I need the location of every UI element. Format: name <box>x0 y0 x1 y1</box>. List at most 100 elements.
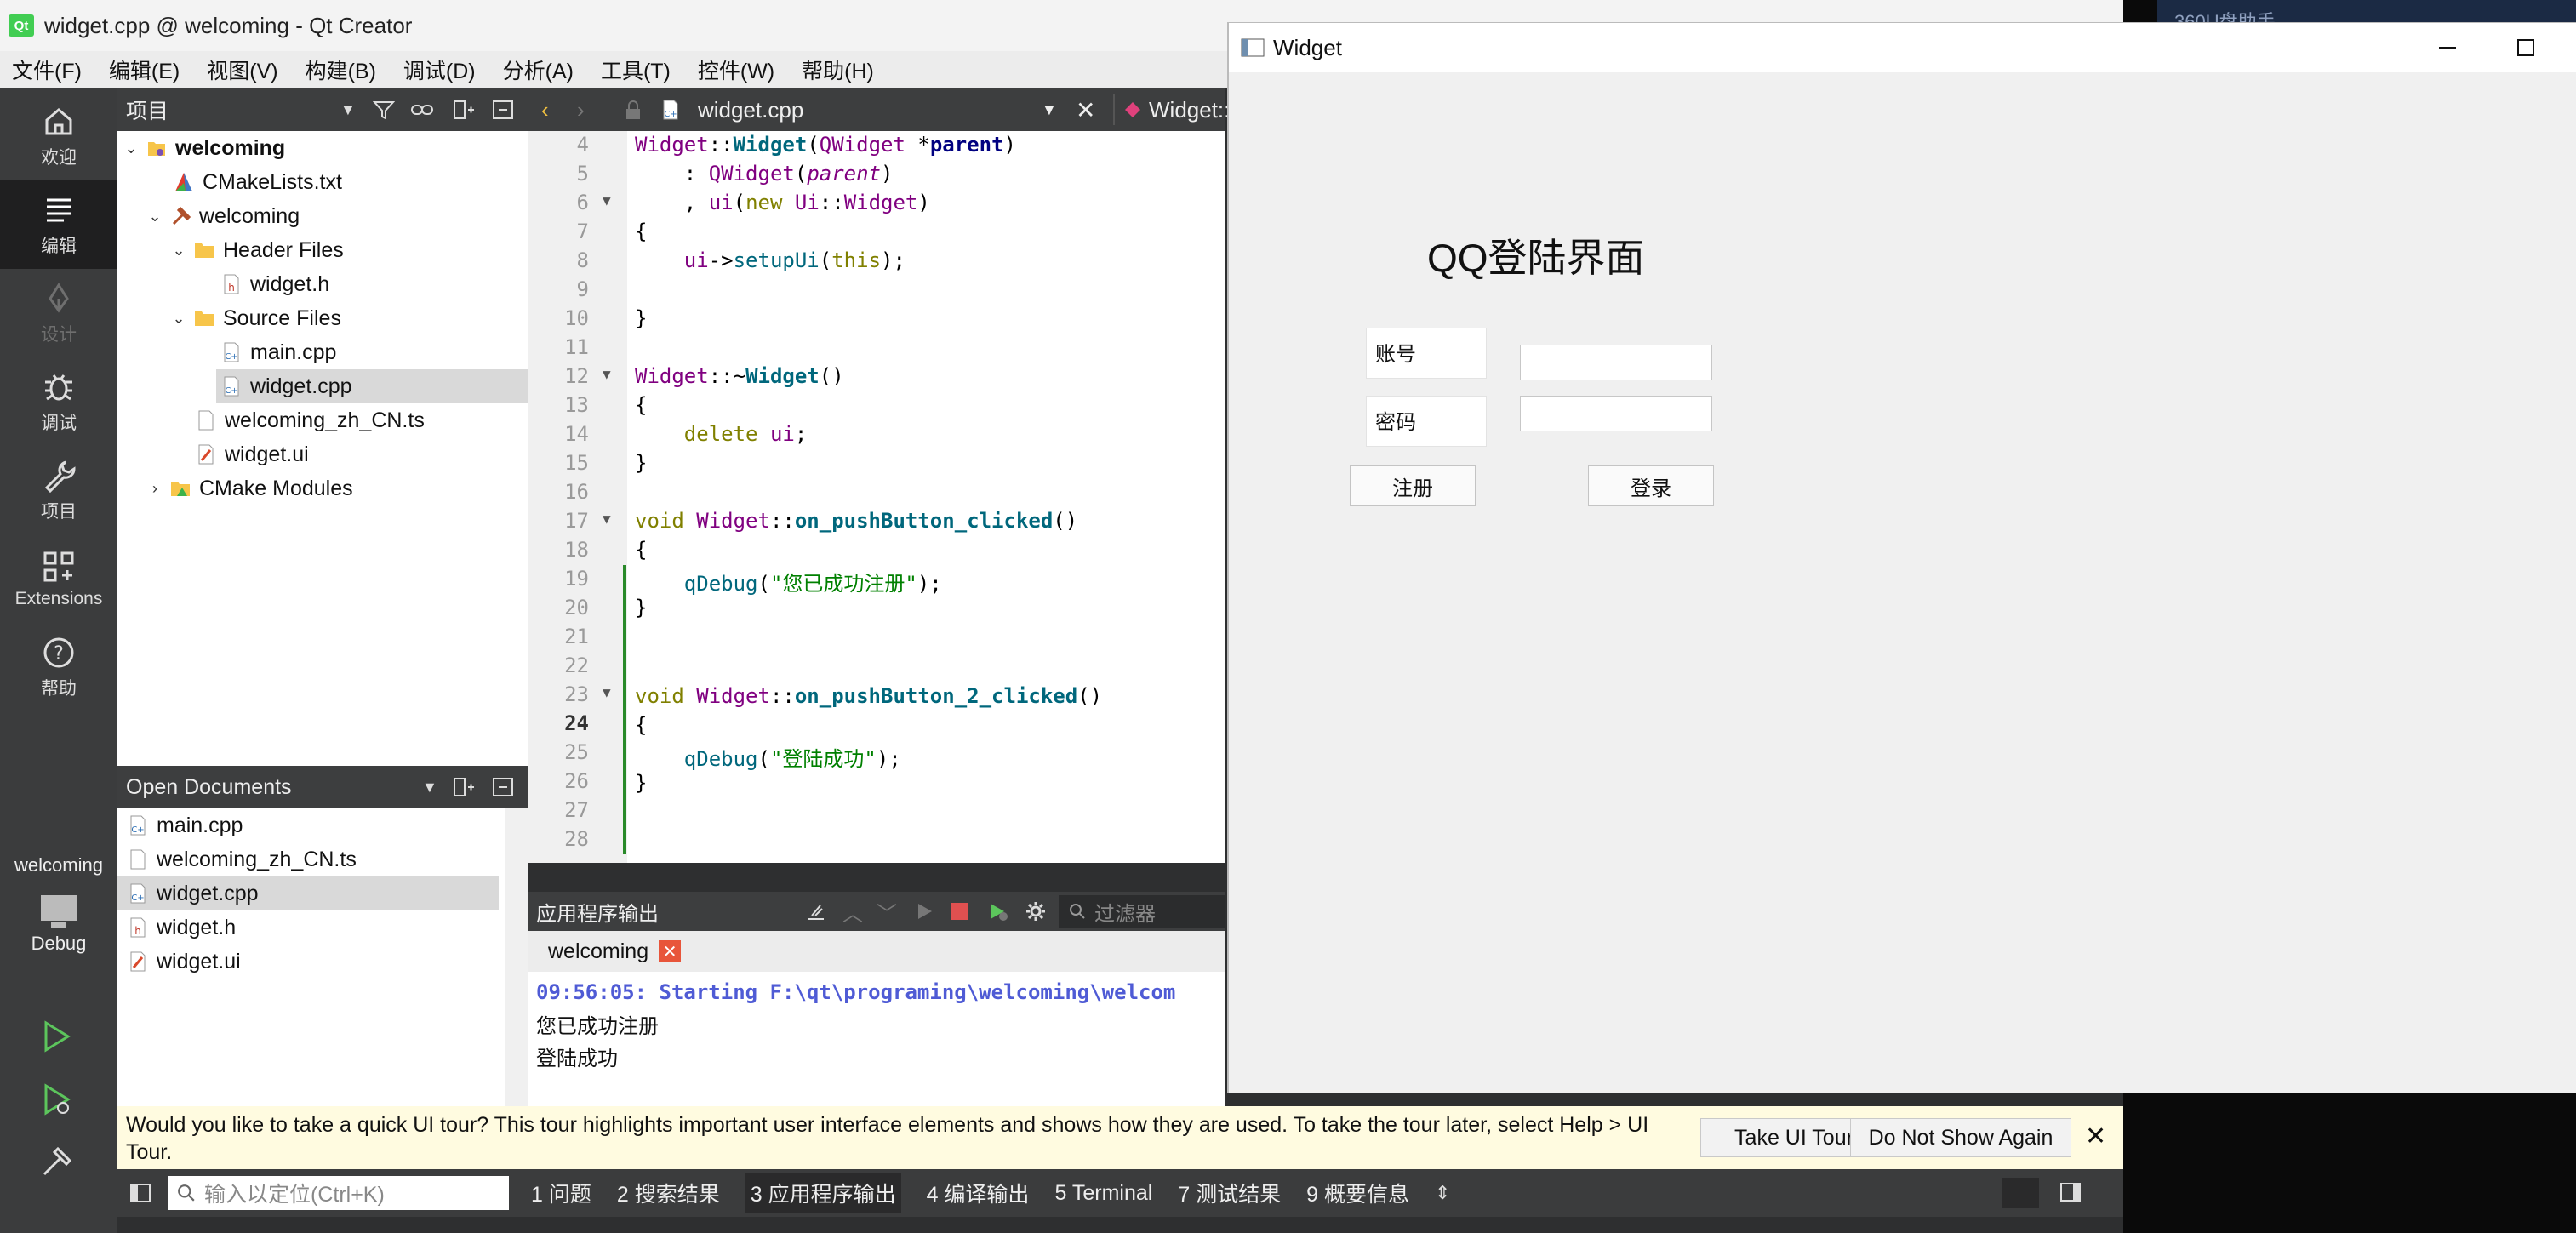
attach-debugger-icon[interactable] <box>987 900 1009 922</box>
menu-build[interactable]: 构建(B) <box>306 54 376 85</box>
hammer-icon <box>172 206 191 225</box>
pane-general-messages[interactable]: 9 概要信息 <box>1306 1178 1409 1208</box>
do-not-show-again-button[interactable]: Do Not Show Again <box>1850 1118 2071 1157</box>
pane-issues[interactable]: 1 问题 <box>531 1178 591 1208</box>
code-editor[interactable]: 4 5 6 7 8 9 10 11 12 13 14 15 16 17 18 1… <box>528 131 1225 863</box>
progress-details-button[interactable] <box>2002 1178 2039 1208</box>
stop-icon[interactable] <box>950 901 970 922</box>
chevron-down-icon[interactable]: ▼ <box>422 779 437 796</box>
fold-marker-icon[interactable]: ▼ <box>603 684 611 700</box>
menu-analyze[interactable]: 分析(A) <box>503 54 574 85</box>
tree-item-widget-h[interactable]: h widget.h <box>221 267 329 301</box>
pane-compile-output[interactable]: 4 编译输出 <box>927 1178 1030 1208</box>
toggle-right-sidebar-icon[interactable] <box>2059 1181 2082 1203</box>
chevron-right-icon[interactable]: › <box>146 480 163 498</box>
locator-input[interactable]: 输入以定位(Ctrl+K) <box>168 1176 509 1210</box>
fold-marker-icon[interactable]: ▼ <box>603 366 611 382</box>
chevron-down-icon[interactable]: ⌄ <box>170 242 187 260</box>
toggle-sidebar-icon[interactable] <box>129 1182 151 1204</box>
open-doc-ts[interactable]: welcoming_zh_CN.ts <box>117 842 499 876</box>
scrollbar[interactable] <box>505 808 528 1106</box>
file-select-chevron-down-icon[interactable]: ▼ <box>1042 101 1057 119</box>
svg-text:h: h <box>134 925 141 937</box>
menu-tools[interactable]: 工具(T) <box>601 54 671 85</box>
file-icon <box>198 410 214 431</box>
mode-help[interactable]: ? 帮助 <box>0 623 117 711</box>
chevron-down-icon[interactable]: ﹀ <box>877 897 897 927</box>
editor-file-tab[interactable]: widget.cpp <box>698 97 803 123</box>
maximize-button[interactable] <box>2500 30 2551 66</box>
build-button[interactable] <box>37 1144 75 1185</box>
view-select-chevron-down-icon[interactable]: ▼ <box>340 101 356 119</box>
code-line: delete ui; <box>683 422 808 446</box>
back-arrow-icon[interactable]: ‹ <box>541 97 549 123</box>
mode-design[interactable]: 设计 <box>0 269 117 357</box>
split-icon[interactable] <box>453 776 475 798</box>
pane-terminal[interactable]: 5 Terminal <box>1054 1181 1152 1206</box>
tree-item-header-files[interactable]: ⌄ Header Files <box>170 233 343 267</box>
pane-app-output[interactable]: 3 应用程序输出 <box>745 1173 901 1213</box>
widget-title-bar: Widget <box>1229 23 2576 72</box>
tree-item-widget-ui[interactable]: widget.ui <box>196 437 309 471</box>
close-infobar-icon[interactable]: ✕ <box>2085 1122 2106 1151</box>
close-tab-icon[interactable]: ✕ <box>659 940 682 962</box>
mode-projects[interactable]: 项目 <box>0 446 117 534</box>
minimize-button[interactable] <box>2422 30 2473 66</box>
chevron-up-icon[interactable]: ︿ <box>842 897 863 927</box>
open-doc-widget-h[interactable]: h widget.h <box>117 910 499 945</box>
debug-run-icon <box>44 1083 71 1116</box>
tree-item-welcoming-target[interactable]: ⌄ welcoming <box>146 199 300 233</box>
editor-symbol-selector[interactable]: Widget:: <box>1149 97 1230 123</box>
kit-selector[interactable]: Debug <box>0 890 117 984</box>
menu-debug[interactable]: 调试(D) <box>403 54 476 85</box>
mode-edit[interactable]: 编辑 <box>0 180 117 269</box>
chevron-down-icon[interactable]: ⌄ <box>146 208 163 225</box>
tree-item-cmake-modules[interactable]: › CMake Modules <box>146 471 353 505</box>
forward-arrow-icon[interactable]: › <box>577 97 585 123</box>
open-doc-main-cpp[interactable]: C+ main.cpp <box>117 808 499 842</box>
close-pane-icon[interactable] <box>492 99 514 121</box>
register-button[interactable]: 注册 <box>1350 465 1476 506</box>
account-input[interactable] <box>1520 345 1712 380</box>
gear-icon[interactable] <box>1025 900 1047 922</box>
pane-test-results[interactable]: 7 测试结果 <box>1178 1178 1281 1208</box>
tree-item-ts-file[interactable]: welcoming_zh_CN.ts <box>196 403 425 437</box>
link-icon[interactable] <box>410 99 434 121</box>
fold-marker-icon[interactable]: ▼ <box>603 511 611 527</box>
close-document-icon[interactable]: ✕ <box>1076 96 1095 124</box>
tree-item-source-files[interactable]: ⌄ Source Files <box>170 301 341 335</box>
debug-run-button[interactable] <box>37 1081 75 1122</box>
menu-controls[interactable]: 控件(W) <box>698 54 774 85</box>
tree-item-widget-cpp[interactable]: C+ widget.cpp <box>216 369 528 403</box>
chevron-down-icon[interactable]: ⌄ <box>170 310 187 328</box>
mode-extensions[interactable]: Extensions <box>0 534 117 623</box>
more-panes-arrows-icon[interactable]: ⇕ <box>1435 1182 1450 1204</box>
output-filter-input[interactable]: 过滤器 <box>1059 895 1225 928</box>
menu-edit[interactable]: 编辑(E) <box>109 54 180 85</box>
tree-item-cmakelists[interactable]: CMakeLists.txt <box>174 165 342 199</box>
split-icon[interactable] <box>453 99 475 121</box>
menu-file[interactable]: 文件(F) <box>12 54 82 85</box>
login-button[interactable]: 登录 <box>1588 465 1714 506</box>
mode-debug[interactable]: 调试 <box>0 357 117 446</box>
menu-help[interactable]: 帮助(H) <box>802 54 874 85</box>
tree-item-welcoming-project[interactable]: ⌄ welcoming <box>123 131 285 165</box>
ui-tour-infobar: Would you like to take a quick UI tour? … <box>117 1106 2123 1169</box>
chevron-down-icon[interactable]: ⌄ <box>123 140 140 157</box>
open-doc-widget-cpp[interactable]: C+ widget.cpp <box>117 876 499 910</box>
open-doc-widget-ui[interactable]: widget.ui <box>117 945 499 979</box>
output-tab-welcoming[interactable]: welcoming <box>548 939 648 964</box>
clear-output-icon[interactable] <box>805 900 827 922</box>
password-input[interactable] <box>1520 396 1712 431</box>
tree-item-main-cpp[interactable]: C+ main.cpp <box>221 335 336 369</box>
fold-marker-icon[interactable]: ▼ <box>603 192 611 208</box>
mode-welcome[interactable]: 欢迎 <box>0 92 117 180</box>
close-pane-icon[interactable] <box>492 776 514 798</box>
run-button[interactable] <box>37 1018 75 1059</box>
extensions-icon <box>43 551 74 582</box>
hammer-icon <box>43 1146 72 1176</box>
rerun-icon[interactable] <box>914 900 934 922</box>
pane-search-results[interactable]: 2 搜索结果 <box>617 1178 720 1208</box>
filter-icon[interactable] <box>373 99 395 121</box>
menu-view[interactable]: 视图(V) <box>207 54 277 85</box>
